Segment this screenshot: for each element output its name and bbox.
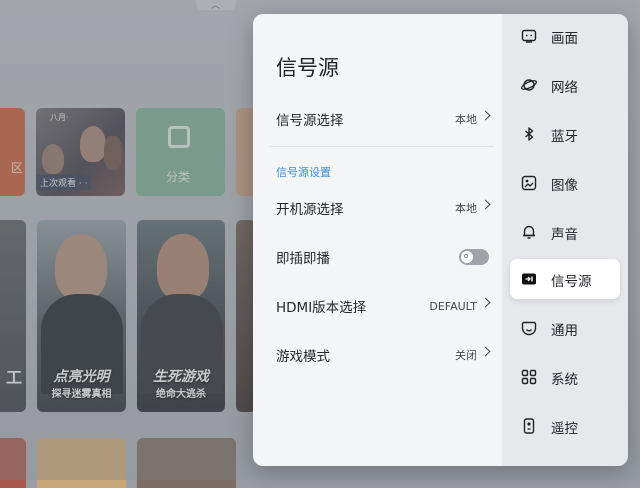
nav-label: 遥控 xyxy=(551,421,578,437)
game-mode-row[interactable]: 游戏模式 关闭 xyxy=(253,340,502,370)
nav-label: 通用 xyxy=(551,323,578,339)
row-label: 即插即播 xyxy=(276,251,330,267)
system-icon xyxy=(521,369,537,385)
nav-item-network[interactable]: 网络 xyxy=(510,65,620,105)
nav-item-sound[interactable]: 声音 xyxy=(510,212,620,252)
nav-item-bluetooth[interactable]: 蓝牙 xyxy=(510,114,620,154)
plug-and-play-row[interactable]: 即插即播 xyxy=(253,242,502,272)
chevron-right-icon xyxy=(480,297,491,308)
plug-and-play-toggle[interactable] xyxy=(459,249,489,265)
nav-item-image[interactable]: 图像 xyxy=(510,163,620,203)
row-value: DEFAULT xyxy=(429,299,477,313)
hdmi-version-row[interactable]: HDMI版本选择 DEFAULT xyxy=(253,291,502,321)
signal-source-icon xyxy=(522,273,536,285)
nav-label: 信号源 xyxy=(551,274,592,290)
image-icon xyxy=(521,175,537,191)
row-value: 本地 xyxy=(455,113,477,126)
settings-detail-pane: 信号源 信号源选择 本地 信号源设置 开机源选择 本地 即插即播 HDMI版本选… xyxy=(253,14,502,466)
toggle-knob xyxy=(461,251,473,263)
row-label: HDMI版本选择 xyxy=(276,300,367,316)
nav-item-system[interactable]: 系统 xyxy=(510,357,620,397)
nav-item-remote[interactable]: 遥控 xyxy=(510,406,620,446)
settings-nav: 画面 网络 蓝牙 图像 声音 信号源 通用 系统 遥控 xyxy=(502,14,628,466)
settings-panel: 信号源 信号源选择 本地 信号源设置 开机源选择 本地 即插即播 HDMI版本选… xyxy=(253,14,628,466)
nav-item-signal-source[interactable]: 信号源 xyxy=(510,259,620,299)
chevron-right-icon xyxy=(480,199,491,210)
nav-item-picture[interactable]: 画面 xyxy=(510,16,620,56)
network-icon xyxy=(521,79,537,91)
general-icon xyxy=(521,321,537,336)
picture-icon xyxy=(521,29,537,43)
signal-source-select-row[interactable]: 信号源选择 本地 xyxy=(253,104,502,134)
remote-icon xyxy=(523,418,535,434)
section-header: 信号源设置 xyxy=(276,166,331,179)
chevron-right-icon xyxy=(480,346,491,357)
nav-label: 声音 xyxy=(551,227,578,243)
row-label: 游戏模式 xyxy=(276,349,330,365)
nav-label: 系统 xyxy=(551,372,578,388)
nav-label: 蓝牙 xyxy=(551,129,578,145)
nav-label: 网络 xyxy=(551,80,578,96)
nav-item-general[interactable]: 通用 xyxy=(510,308,620,348)
boot-source-select-row[interactable]: 开机源选择 本地 xyxy=(253,193,502,223)
row-value: 关闭 xyxy=(455,349,477,362)
row-label: 开机源选择 xyxy=(276,202,344,218)
row-label: 信号源选择 xyxy=(276,113,344,129)
chevron-right-icon xyxy=(480,110,491,121)
nav-label: 画面 xyxy=(551,31,578,47)
divider xyxy=(269,146,494,147)
panel-title: 信号源 xyxy=(276,56,339,80)
row-value: 本地 xyxy=(455,202,477,215)
bluetooth-icon xyxy=(525,127,534,141)
nav-label: 图像 xyxy=(551,178,578,194)
sound-icon xyxy=(523,225,535,239)
